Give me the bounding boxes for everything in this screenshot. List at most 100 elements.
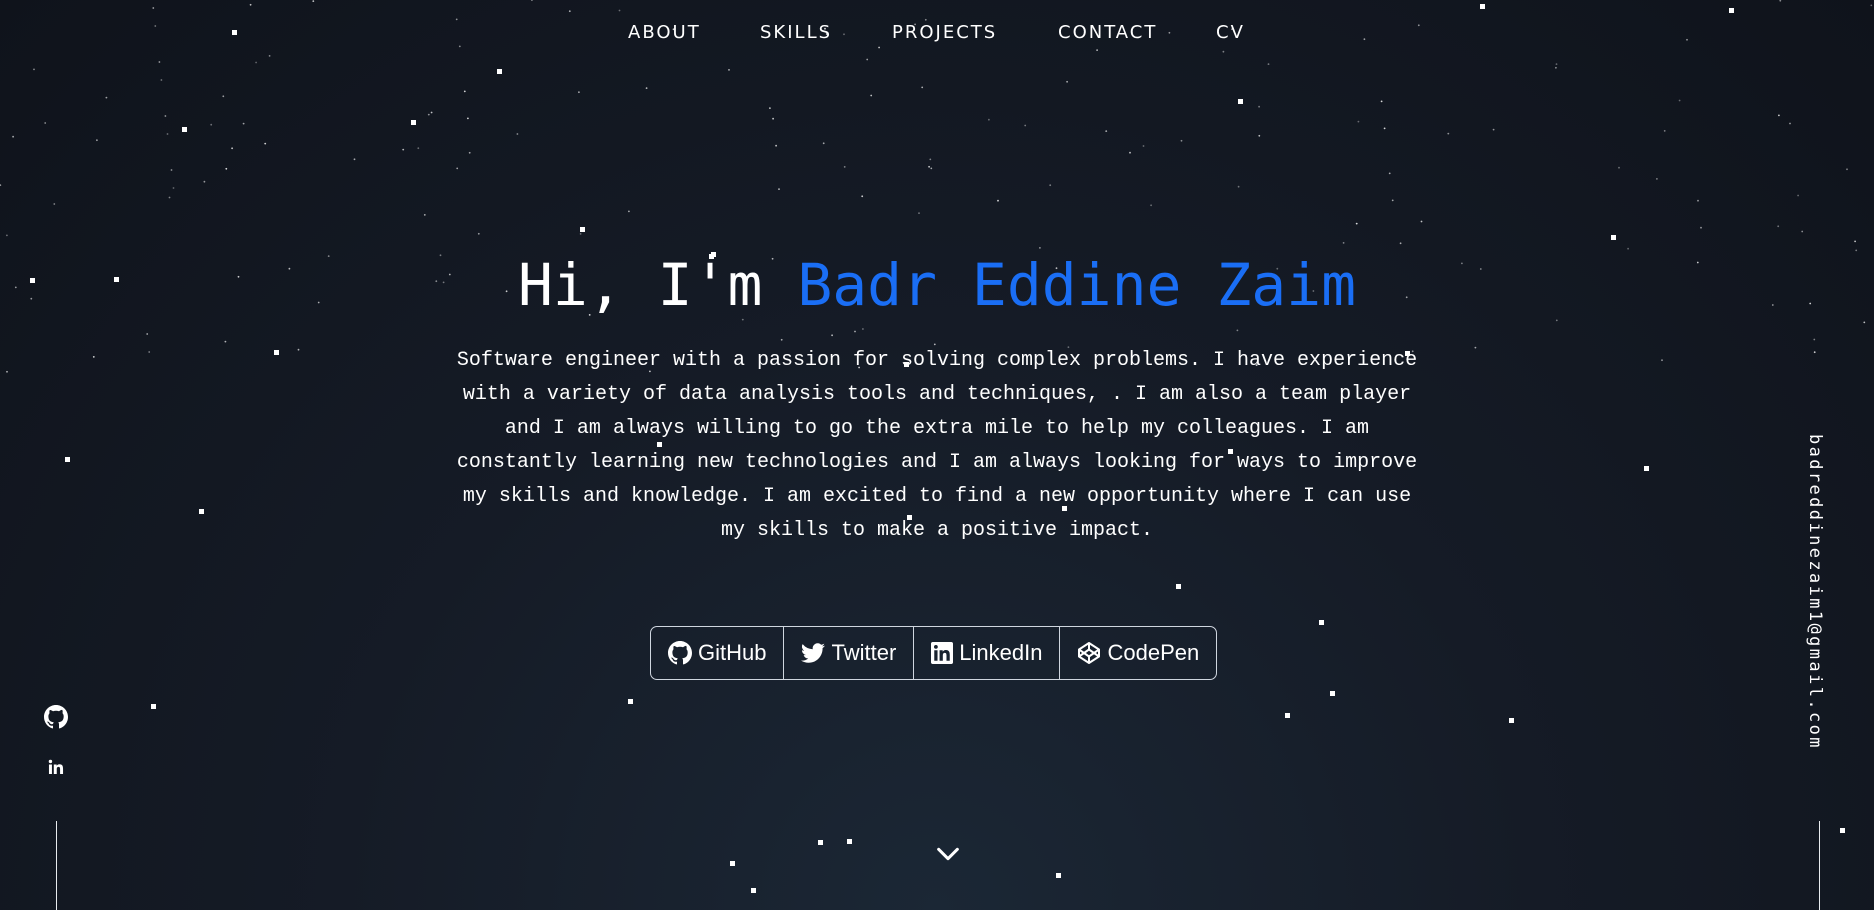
small-star [618, 9, 621, 12]
star [497, 69, 502, 74]
small-star [164, 115, 167, 117]
small-star [1656, 178, 1658, 180]
small-star [158, 61, 161, 63]
hero-greeting: Hi, I'm [517, 251, 763, 319]
small-star [92, 356, 95, 358]
small-star [1618, 166, 1620, 169]
small-star [168, 196, 171, 199]
nav-link-about[interactable]: ABOUT [628, 22, 701, 43]
small-star [467, 117, 469, 120]
github-button[interactable]: GitHub [651, 627, 783, 679]
small-star [203, 180, 206, 183]
twitter-button[interactable]: Twitter [783, 627, 913, 679]
star [1285, 713, 1290, 718]
codepen-button[interactable]: CodePen [1059, 627, 1216, 679]
small-star [1342, 242, 1345, 244]
hero-name: Badr Eddine Zaim [797, 251, 1357, 319]
small-star [148, 351, 151, 353]
hero-title: Hi, I'm Badr Eddine Zaim [0, 250, 1874, 320]
small-star [822, 142, 825, 145]
small-star [578, 91, 580, 94]
star [628, 699, 633, 704]
twitter-button-label: Twitter [831, 640, 897, 665]
small-star [53, 203, 56, 205]
email-link[interactable]: badreddinezaim1@gmail.com [1805, 434, 1825, 750]
twitter-icon [801, 643, 826, 663]
small-star [1355, 222, 1358, 225]
small-star [1129, 151, 1131, 154]
small-star [866, 58, 869, 61]
small-star [6, 370, 8, 373]
nav-link-projects[interactable]: PROJECTS [892, 22, 997, 43]
small-star [44, 122, 47, 124]
linkedin-icon[interactable] [46, 757, 66, 777]
small-star [780, 338, 783, 341]
small-star [1555, 66, 1557, 69]
small-star [1024, 124, 1027, 127]
small-star [170, 169, 173, 171]
small-star [210, 123, 213, 126]
small-star [516, 133, 519, 135]
small-star [1846, 168, 1848, 171]
small-star [728, 69, 730, 71]
nav-link-contact[interactable]: CONTACT [1058, 22, 1157, 43]
small-star [628, 210, 630, 213]
small-star [843, 166, 846, 168]
star [1319, 620, 1324, 625]
small-star [1801, 230, 1804, 233]
star [751, 888, 756, 893]
small-star [1700, 226, 1702, 229]
small-star [645, 87, 648, 89]
nav-link-skills[interactable]: SKILLS [760, 22, 832, 43]
small-star [1096, 49, 1098, 51]
small-star [928, 165, 930, 168]
small-star [1797, 194, 1799, 197]
small-star [1039, 247, 1041, 249]
small-star [1870, 4, 1873, 7]
small-star [831, 334, 833, 337]
star [1611, 235, 1616, 240]
small-star [929, 158, 932, 161]
small-star [870, 94, 873, 97]
small-star [1237, 185, 1240, 188]
small-star [105, 96, 108, 99]
star [1644, 466, 1649, 471]
small-star [1474, 346, 1477, 349]
nav-link-cv[interactable]: CV [1216, 22, 1245, 43]
small-star [918, 212, 920, 215]
small-star [146, 333, 149, 335]
linkedin-button[interactable]: LinkedIn [913, 627, 1059, 679]
small-star [33, 68, 35, 71]
small-star [1105, 130, 1108, 133]
star [818, 840, 823, 845]
small-star [477, 232, 480, 235]
small-star [423, 214, 426, 216]
small-star [1258, 134, 1261, 137]
small-star [297, 348, 300, 351]
small-star [862, 328, 864, 330]
small-star [166, 133, 169, 135]
codepen-icon [1078, 642, 1101, 664]
small-star [430, 111, 433, 114]
small-star [988, 118, 990, 121]
star [1480, 4, 1485, 9]
small-star [268, 55, 271, 57]
star [411, 120, 416, 125]
chevron-down-icon[interactable] [934, 840, 962, 868]
small-star [6, 234, 8, 237]
small-star [1142, 145, 1145, 147]
small-star [1180, 139, 1183, 142]
right-vertical-line [1819, 821, 1820, 910]
small-star [1678, 99, 1681, 102]
small-star [1388, 172, 1391, 175]
small-star [12, 135, 15, 138]
small-star [531, 0, 533, 1]
small-star [921, 86, 924, 89]
small-star [1813, 351, 1816, 354]
small-star [769, 107, 771, 109]
small-star [402, 148, 405, 151]
small-star [1420, 220, 1423, 223]
small-star [1447, 132, 1450, 135]
small-star [160, 79, 163, 81]
github-icon[interactable] [44, 705, 68, 729]
